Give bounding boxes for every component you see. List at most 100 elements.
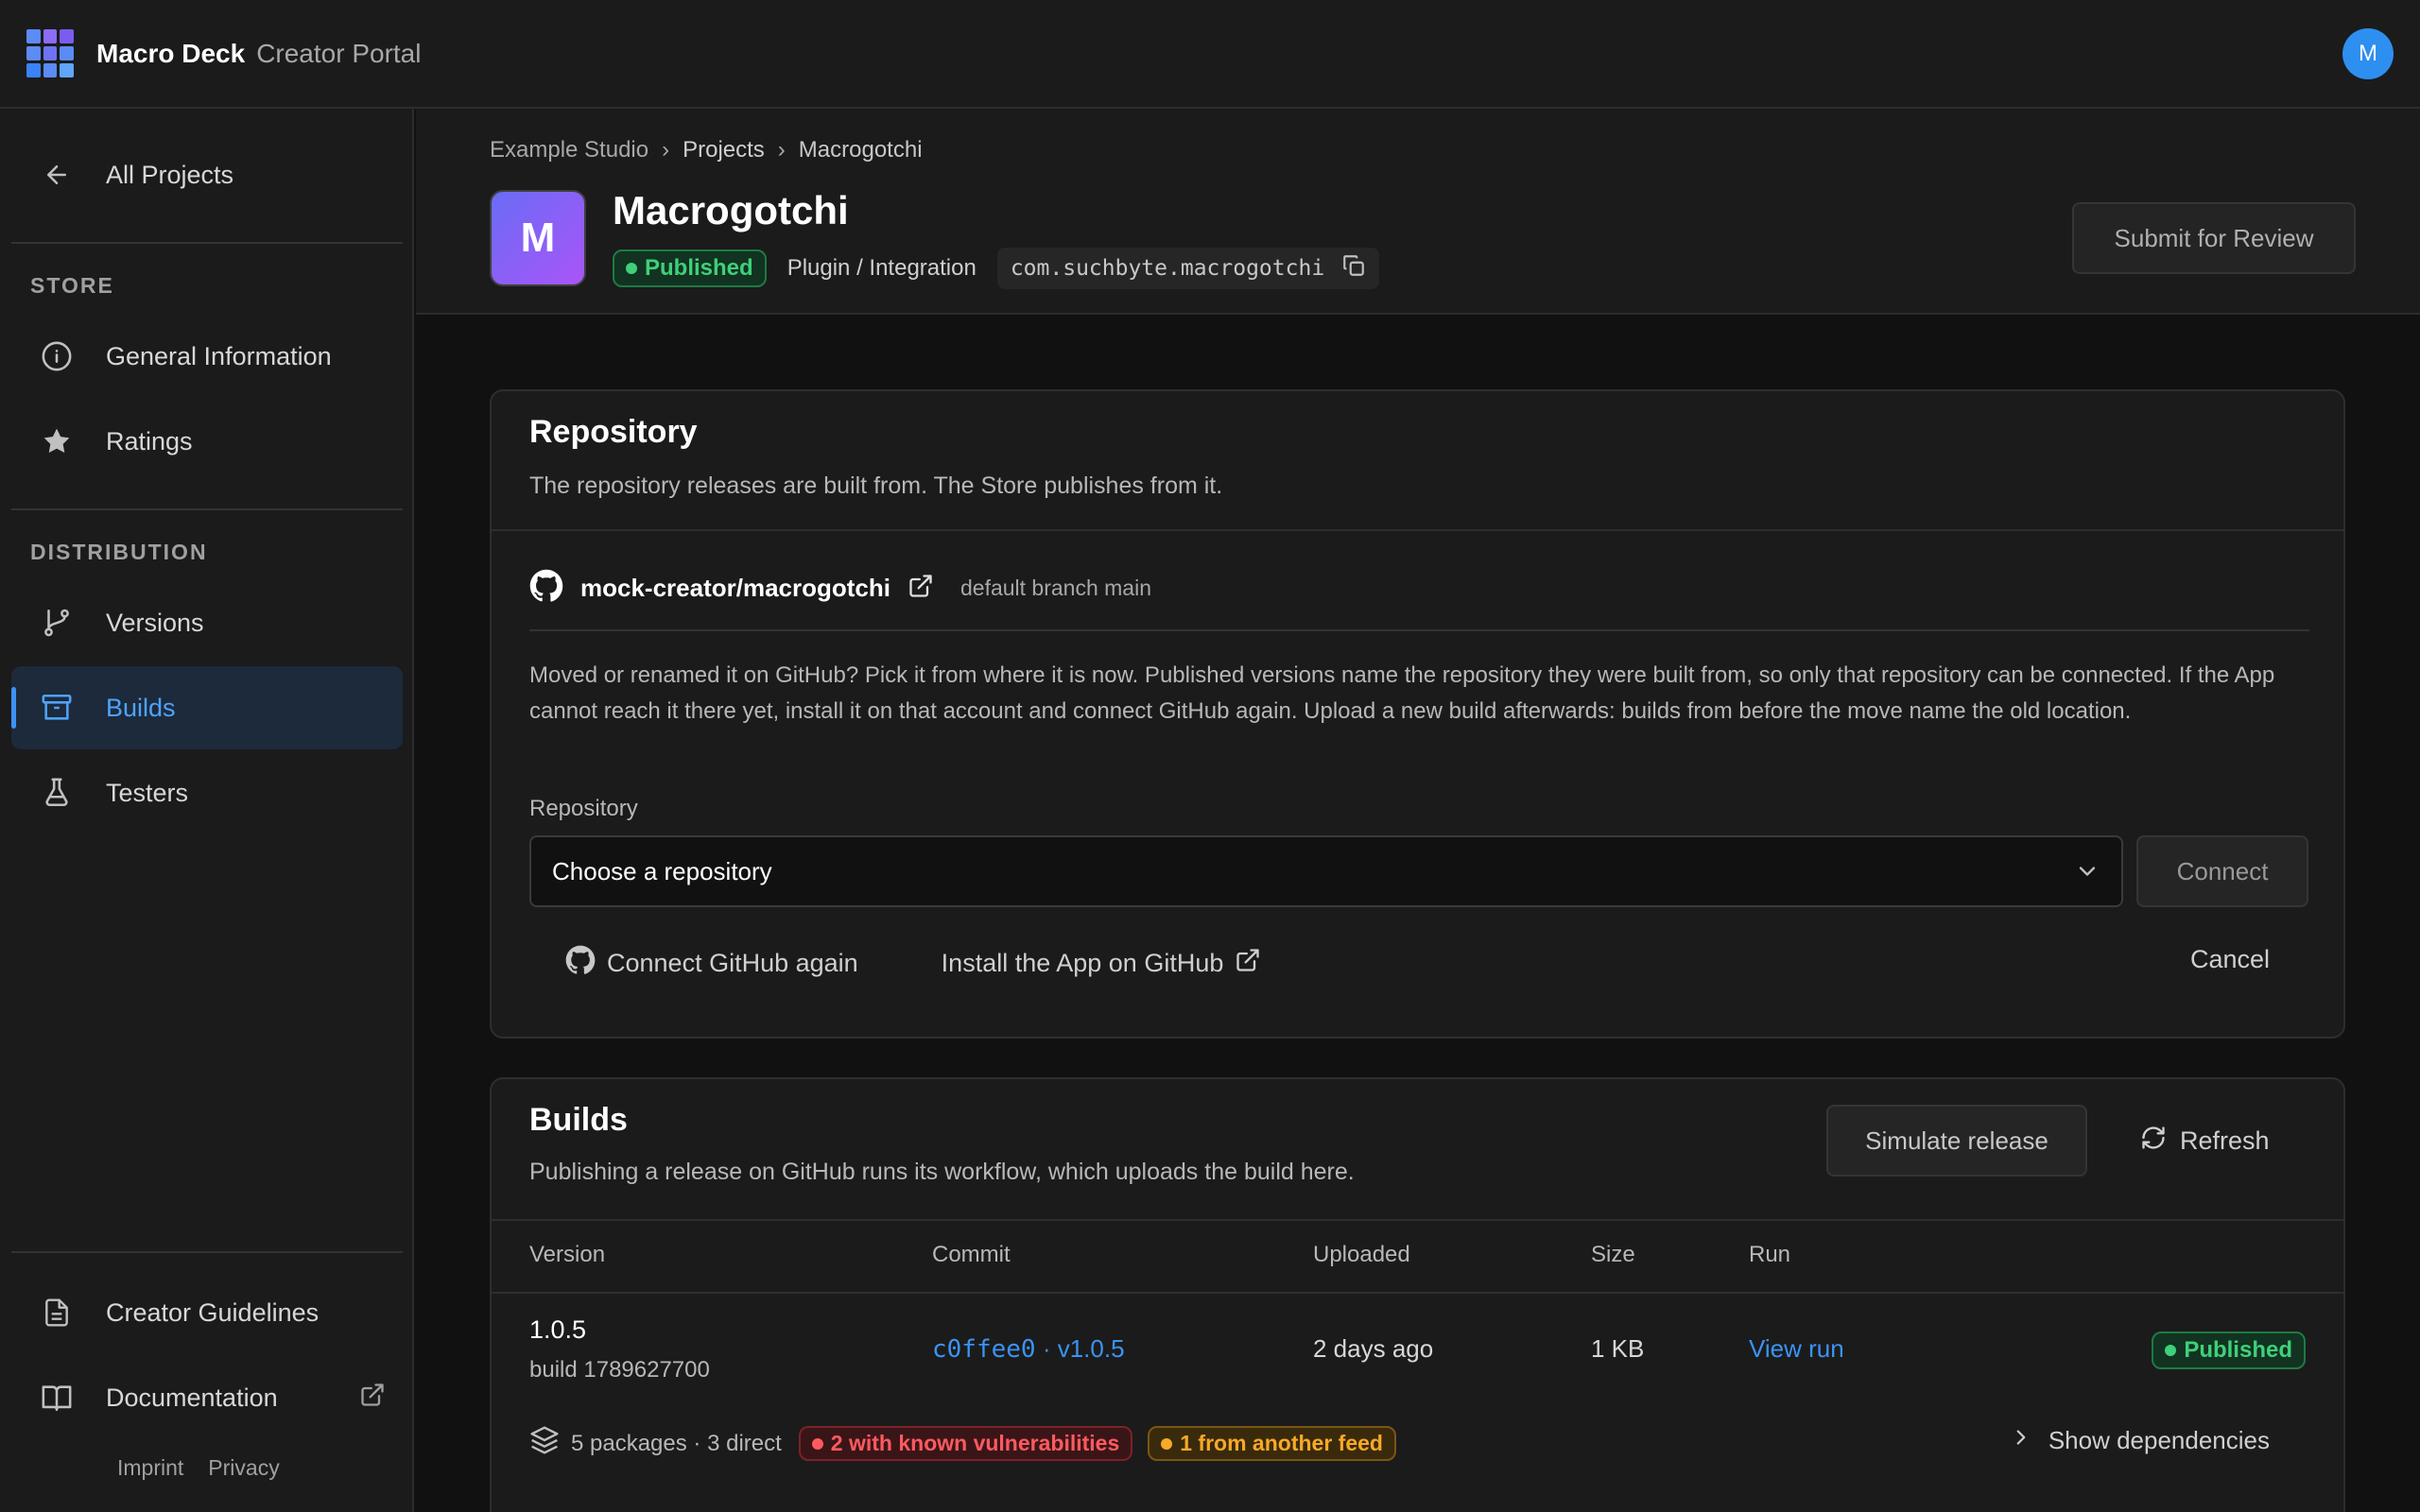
table-header-divider — [492, 1292, 2343, 1294]
status-dot — [626, 263, 637, 274]
card-divider — [492, 529, 2343, 531]
column-header-run: Run — [1749, 1242, 1791, 1267]
project-meta: Published Plugin / Integration com.suchb… — [613, 248, 1380, 289]
install-app-on-github-link[interactable]: Install the App on GitHub — [942, 947, 1262, 980]
sidebar-item-label: Ratings — [106, 426, 193, 455]
arrow-left-icon — [40, 158, 74, 192]
vulnerability-label: 2 with known vulnerabilities — [830, 1431, 1120, 1455]
breadcrumb-projects[interactable]: Projects — [683, 137, 765, 163]
dependency-summary: 5 packages · 3 direct 2 with known vulne… — [529, 1425, 1396, 1462]
distribution-section-label: DISTRIBUTION — [30, 540, 208, 564]
sidebar-footer-links: Imprint Privacy — [117, 1455, 280, 1481]
sidebar-item-label: Testers — [106, 778, 189, 807]
repository-select-value: Choose a repository — [552, 856, 772, 885]
connect-github-again-label: Connect GitHub again — [607, 949, 858, 977]
external-link-icon — [359, 1382, 386, 1415]
sidebar-divider — [11, 1251, 403, 1253]
submit-for-review-button[interactable]: Submit for Review — [2072, 202, 2356, 274]
brand-subtitle: Creator Portal — [256, 38, 422, 68]
builds-title: Builds — [529, 1102, 628, 1138]
sidebar-divider — [11, 242, 403, 244]
vulnerability-badge: 2 with known vulnerabilities — [798, 1426, 1133, 1461]
branch-icon — [40, 606, 74, 640]
book-icon — [40, 1381, 74, 1415]
refresh-icon — [2140, 1125, 2167, 1158]
status-badge: Published — [2152, 1332, 2306, 1369]
build-size: 1 KB — [1591, 1334, 1645, 1363]
store-section-label: STORE — [30, 273, 114, 298]
simulate-release-button[interactable]: Simulate release — [1826, 1105, 2087, 1177]
column-header-commit: Commit — [932, 1242, 1011, 1267]
imprint-link[interactable]: Imprint — [117, 1455, 183, 1481]
macro-deck-logo[interactable] — [26, 28, 74, 78]
package-id: com.suchbyte.macrogotchi — [996, 248, 1380, 289]
status-dot — [2165, 1345, 2177, 1356]
feed-badge: 1 from another feed — [1148, 1426, 1396, 1461]
build-commit: c0ffee0 · v1.0.5 — [932, 1334, 1125, 1364]
copy-icon[interactable] — [1341, 253, 1366, 284]
document-icon — [40, 1296, 74, 1330]
builds-description: Publishing a release on GitHub runs its … — [529, 1159, 1355, 1185]
project-avatar: M — [490, 190, 586, 286]
chevron-down-icon — [2074, 858, 2100, 891]
sidebar-item-versions[interactable]: Versions — [11, 581, 403, 664]
build-status: Published — [2152, 1332, 2306, 1369]
back-label: All Projects — [106, 160, 234, 189]
sidebar-item-label: Documentation — [106, 1383, 278, 1412]
breadcrumb-separator: › — [662, 137, 670, 163]
sidebar-item-documentation[interactable]: Documentation — [11, 1356, 403, 1439]
info-icon — [40, 339, 74, 373]
sidebar-item-general-information[interactable]: General Information — [11, 315, 403, 398]
feed-dot — [1161, 1437, 1173, 1450]
package-count: 5 packages · 3 direct — [571, 1430, 782, 1456]
build-number: build 1789627700 — [529, 1357, 710, 1383]
sidebar-item-creator-guidelines[interactable]: Creator Guidelines — [11, 1271, 403, 1354]
show-dependencies-label: Show dependencies — [2048, 1426, 2270, 1454]
sidebar: All Projects STORE General Information R… — [0, 109, 414, 1512]
default-branch: default branch main — [959, 576, 1151, 600]
page-title: Macrogotchi — [613, 188, 849, 232]
install-app-label: Install the App on GitHub — [941, 949, 1224, 977]
refresh-button[interactable]: Refresh — [2140, 1105, 2270, 1177]
build-uploaded: 2 days ago — [1313, 1334, 1434, 1363]
repository-actions: Connect GitHub again Install the App on … — [565, 945, 1261, 982]
sidebar-item-testers[interactable]: Testers — [11, 751, 403, 834]
vulnerability-dot — [811, 1437, 823, 1450]
tag-link[interactable]: v1.0.5 — [1058, 1334, 1125, 1363]
column-header-size: Size — [1591, 1242, 1635, 1267]
repository-select[interactable]: Choose a repository — [529, 835, 2123, 907]
breadcrumb: Example Studio › Projects › Macrogotchi — [490, 137, 923, 163]
connect-button[interactable]: Connect — [2136, 835, 2308, 907]
archive-icon — [40, 691, 74, 725]
package-id-text: com.suchbyte.macrogotchi — [1010, 256, 1325, 281]
commit-separator: · — [1042, 1334, 1051, 1363]
sidebar-item-builds[interactable]: Builds — [11, 666, 403, 749]
repository-field-label: Repository — [529, 796, 638, 821]
show-dependencies-button[interactable]: Show dependencies — [2009, 1425, 2270, 1456]
inner-divider — [529, 629, 2309, 631]
sidebar-item-label: Versions — [106, 608, 204, 637]
sidebar-item-label: General Information — [106, 341, 332, 370]
connected-repository: mock-creator/macrogotchi default branch … — [529, 569, 1151, 608]
view-run-link[interactable]: View run — [1749, 1334, 1844, 1364]
back-to-all-projects[interactable]: All Projects — [11, 133, 403, 216]
status-label: Published — [2184, 1337, 2292, 1363]
feed-label: 1 from another feed — [1180, 1431, 1383, 1455]
external-link-icon[interactable] — [908, 573, 934, 604]
project-type: Plugin / Integration — [786, 255, 977, 281]
user-avatar[interactable]: M — [2342, 28, 2394, 79]
sidebar-item-ratings[interactable]: Ratings — [11, 400, 403, 483]
commit-link[interactable]: c0ffee0 — [932, 1335, 1036, 1364]
github-icon — [565, 945, 596, 982]
brand-name: Macro Deck — [96, 38, 246, 68]
connect-github-again-button[interactable]: Connect GitHub again — [565, 945, 858, 982]
breadcrumb-separator: › — [777, 137, 786, 163]
repository-card: Repository The repository releases are b… — [490, 389, 2345, 1039]
cancel-button[interactable]: Cancel — [2190, 945, 2270, 974]
breadcrumb-studio[interactable]: Example Studio — [490, 137, 648, 163]
sidebar-item-label: Builds — [106, 693, 176, 722]
privacy-link[interactable]: Privacy — [208, 1455, 279, 1481]
repository-name-link[interactable]: mock-creator/macrogotchi — [580, 574, 890, 603]
build-version: 1.0.5 — [529, 1315, 587, 1344]
status-label: Published — [645, 255, 753, 281]
